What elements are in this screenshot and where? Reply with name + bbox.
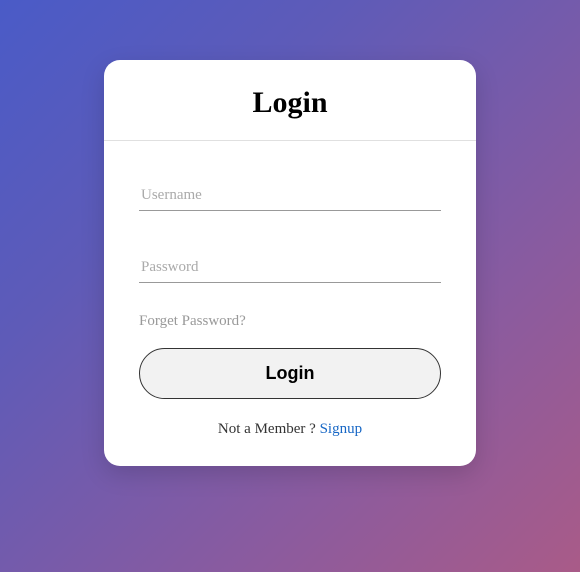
card-body: Forget Password? Login Not a Member ? Si… (104, 141, 476, 466)
login-button[interactable]: Login (139, 348, 441, 399)
not-member-text: Not a Member ? (218, 421, 320, 437)
page-title: Login (104, 86, 476, 120)
card-header: Login (104, 60, 476, 141)
forget-password-link[interactable]: Forget Password? (139, 313, 441, 330)
login-card: Login Forget Password? Login Not a Membe… (104, 60, 476, 466)
password-group (139, 253, 441, 283)
signup-row: Not a Member ? Signup (139, 421, 441, 438)
signup-link[interactable]: Signup (320, 421, 363, 437)
username-group (139, 181, 441, 211)
username-input[interactable] (139, 181, 441, 211)
password-input[interactable] (139, 253, 441, 283)
